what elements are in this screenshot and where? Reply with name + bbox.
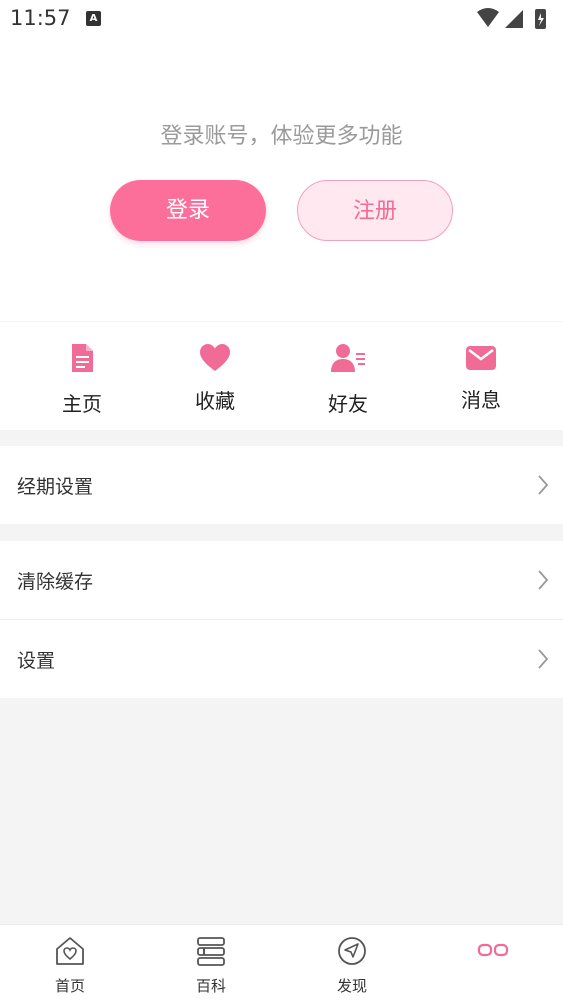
compass-icon	[338, 937, 366, 965]
friends-icon	[331, 344, 365, 372]
books-icon	[197, 937, 225, 966]
notification-a-icon: A	[86, 11, 101, 26]
quick-action-messages[interactable]: 消息	[431, 322, 531, 430]
home-heart-icon	[56, 937, 84, 965]
quick-actions: 主页 收藏 好友 消息	[0, 322, 563, 430]
signal-icon	[505, 10, 523, 28]
login-prompt: 登录账号，体验更多功能	[160, 124, 403, 149]
menu-row-clear-cache[interactable]: 清除缓存	[0, 541, 563, 619]
nav-label: 发现	[336, 977, 367, 995]
chevron-right-icon	[538, 570, 549, 590]
status-time: 11:57	[10, 6, 71, 30]
chevron-right-icon	[538, 475, 549, 495]
bottom-nav: 首页 百科 发现	[0, 924, 563, 1003]
nav-profile[interactable]	[443, 925, 543, 1003]
quick-action-label: 消息	[461, 388, 501, 412]
status-indicators	[477, 8, 546, 29]
heart-icon	[200, 344, 230, 371]
menu-row-settings[interactable]: 设置	[0, 620, 563, 698]
quick-action-label: 主页	[62, 392, 102, 416]
nav-label: 首页	[54, 977, 85, 995]
nav-discover[interactable]: 发现	[302, 925, 402, 1003]
wifi-icon	[477, 8, 499, 27]
nav-label: 百科	[195, 977, 226, 995]
register-button[interactable]: 注册	[297, 180, 453, 241]
chevron-right-icon	[538, 649, 549, 669]
quick-action-label: 收藏	[195, 389, 235, 413]
mail-icon	[466, 346, 496, 370]
nav-home[interactable]: 首页	[20, 925, 120, 1003]
login-button[interactable]: 登录	[110, 180, 266, 241]
menu-row-label: 设置	[17, 650, 56, 672]
login-header: 登录账号，体验更多功能 登录 注册	[0, 40, 563, 321]
menu-row-label: 经期设置	[17, 476, 94, 498]
quick-action-home[interactable]: 主页	[32, 322, 132, 430]
profile-rings-icon	[477, 943, 509, 957]
nav-encyclopedia[interactable]: 百科	[161, 925, 261, 1003]
menu-row-period-settings[interactable]: 经期设置	[0, 446, 563, 524]
document-icon	[72, 344, 93, 372]
quick-action-friends[interactable]: 好友	[298, 322, 398, 430]
quick-action-label: 好友	[328, 392, 368, 416]
status-bar: 11:57 A	[0, 0, 563, 40]
menu-row-label: 清除缓存	[17, 571, 94, 593]
quick-action-favorites[interactable]: 收藏	[165, 322, 265, 430]
